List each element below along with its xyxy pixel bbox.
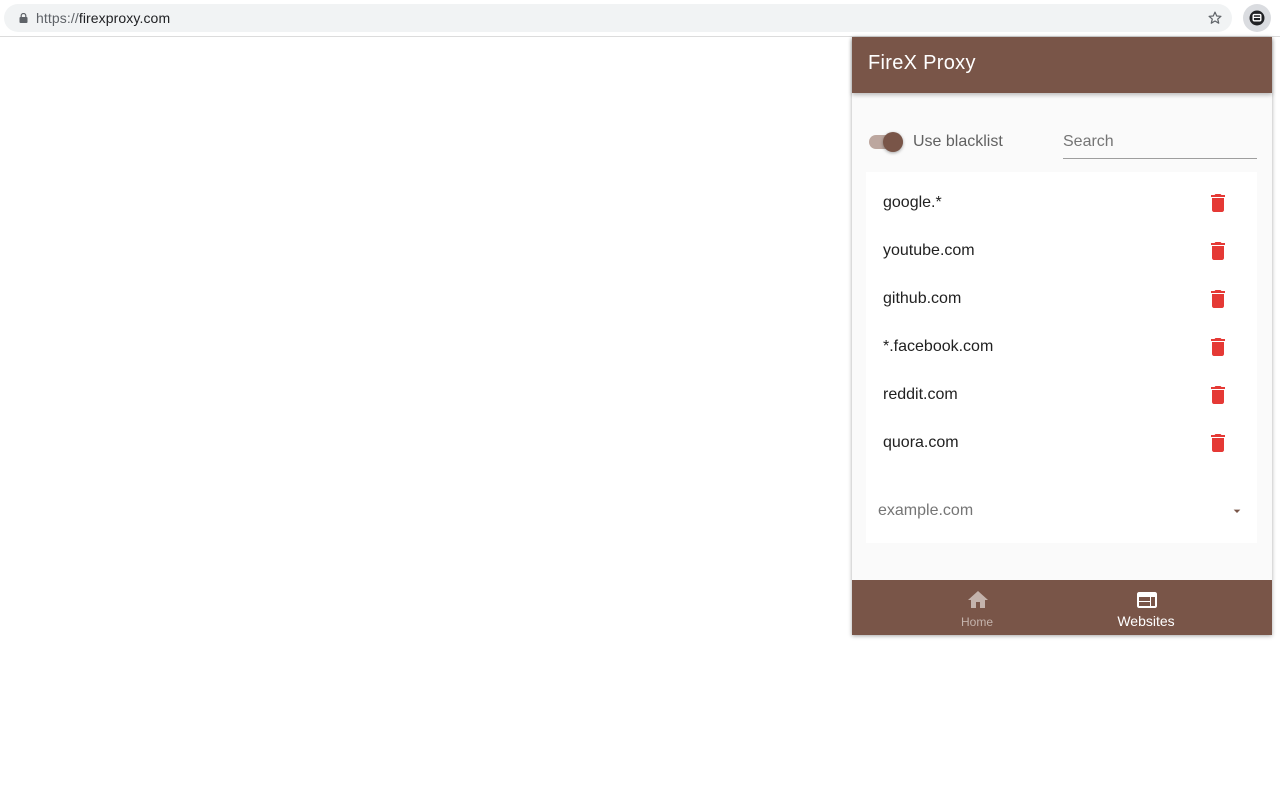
home-icon xyxy=(968,591,988,608)
delete-button[interactable] xyxy=(1206,335,1230,359)
site-name: google.* xyxy=(883,194,942,211)
firex-extension-button[interactable] xyxy=(1243,4,1271,32)
search-field xyxy=(1063,127,1257,159)
firex-extension-icon xyxy=(1249,10,1265,26)
trash-icon xyxy=(1211,386,1225,404)
list-item: youtube.com xyxy=(866,227,1257,275)
url-scheme: https:// xyxy=(36,10,79,26)
site-name: quora.com xyxy=(883,434,959,451)
list-item: *.facebook.com xyxy=(866,323,1257,371)
website-list: google.* youtube.com github.com *.facebo… xyxy=(866,172,1257,543)
trash-icon xyxy=(1211,242,1225,260)
delete-button[interactable] xyxy=(1206,287,1230,311)
app-title: FireX Proxy xyxy=(868,52,976,74)
firex-popup: FireX Proxy Use blacklist google.* youtu… xyxy=(852,37,1272,635)
add-website-field xyxy=(878,497,1245,529)
star-icon[interactable] xyxy=(1207,10,1223,26)
site-name: youtube.com xyxy=(883,242,975,259)
delete-button[interactable] xyxy=(1206,431,1230,455)
filter-controls: Use blacklist xyxy=(852,93,1272,173)
site-name: github.com xyxy=(883,290,962,307)
site-name: reddit.com xyxy=(883,386,958,403)
list-item: quora.com xyxy=(866,419,1257,467)
app-header: FireX Proxy xyxy=(852,37,1272,93)
chevron-down-icon[interactable] xyxy=(1229,503,1245,519)
lock-icon xyxy=(19,13,28,23)
add-website-input[interactable] xyxy=(878,497,1208,525)
address-bar[interactable]: https://firexproxy.com xyxy=(4,4,1232,32)
trash-icon xyxy=(1211,338,1225,356)
trash-icon xyxy=(1211,194,1225,212)
search-input[interactable] xyxy=(1063,127,1257,155)
toggle-thumb xyxy=(883,132,903,152)
site-name: *.facebook.com xyxy=(883,338,994,355)
blacklist-toggle[interactable] xyxy=(869,132,903,152)
browser-toolbar: https://firexproxy.com xyxy=(0,0,1280,37)
bottom-navigation: Home Websites xyxy=(852,580,1272,635)
trash-icon xyxy=(1211,434,1225,452)
list-item: reddit.com xyxy=(866,371,1257,419)
list-item: github.com xyxy=(866,275,1257,323)
list-item: google.* xyxy=(866,179,1257,227)
delete-button[interactable] xyxy=(1206,191,1230,215)
url-text[interactable]: https://firexproxy.com xyxy=(36,10,170,26)
nav-websites[interactable]: Websites xyxy=(1041,580,1251,635)
delete-button[interactable] xyxy=(1206,239,1230,263)
nav-websites-label: Websites xyxy=(1117,613,1175,629)
trash-icon xyxy=(1211,290,1225,308)
url-host: firexproxy.com xyxy=(78,10,171,26)
web-icon xyxy=(1137,592,1157,608)
blacklist-toggle-label: Use blacklist xyxy=(913,133,1003,150)
delete-button[interactable] xyxy=(1206,383,1230,407)
